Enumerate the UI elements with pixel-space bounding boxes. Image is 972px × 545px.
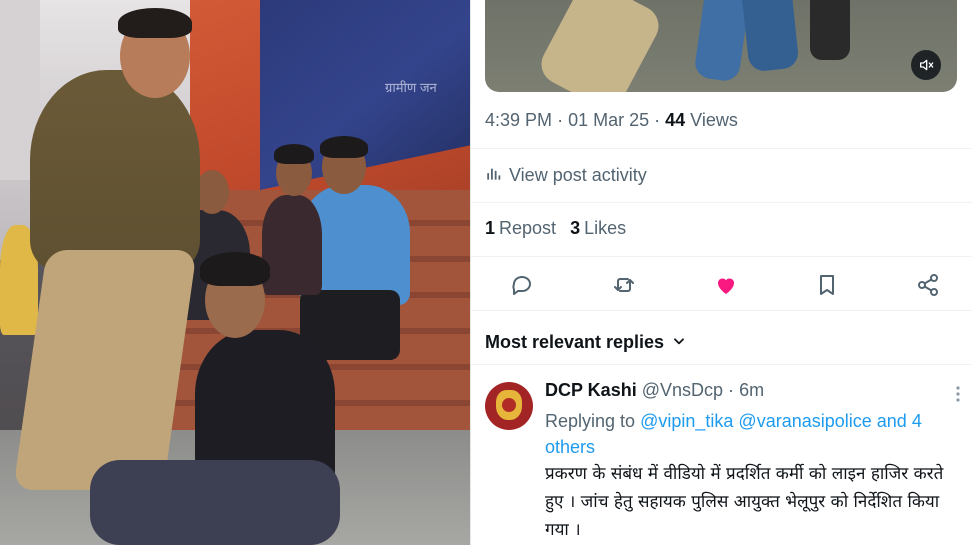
tweet-detail-panel: 4:39 PM · 01 Mar 25 · 44 Views View post… [470,0,972,545]
views-label: Views [690,110,738,130]
likes-stat[interactable]: 3 Likes [570,218,626,239]
likes-label: Likes [584,218,627,238]
chevron-down-icon [672,332,686,353]
police-emblem-center [502,398,516,412]
video-still-photo[interactable]: ग्रामीण जन [0,0,470,545]
meta-separator: · [557,110,569,130]
divider [471,256,972,257]
reply-separator: · [728,380,735,400]
person-blue-shirt-hair [320,136,368,158]
tweet-time[interactable]: 4:39 PM [485,110,552,130]
divider [471,310,972,311]
more-dots-icon[interactable] [955,386,961,402]
reposts-count: 1 [485,218,496,238]
person-floor-hair [200,252,270,286]
bookmark-icon[interactable] [814,272,840,298]
speech-bubble-icon[interactable] [509,272,535,298]
bar-chart-icon [485,164,503,187]
video-frame-shape [534,0,666,92]
person-dark-shirt-hair [274,144,314,164]
likes-count: 3 [570,218,581,238]
reposts-label: Repost [499,218,557,238]
avatar[interactable] [485,382,533,430]
person-dark-shirt [262,195,322,295]
replying-prefix: Replying to [545,411,636,431]
view-post-activity-link[interactable]: View post activity [485,164,647,187]
replies-section-title: Most relevant replies [485,332,665,352]
views-count: 44 [665,110,686,130]
reply-author-handle[interactable]: @VnsDcp [642,380,723,400]
divider [471,364,972,365]
reposts-stat[interactable]: 1 Repost [485,218,556,239]
divider [471,202,972,203]
reply-author-name[interactable]: DCP Kashi [545,380,637,400]
repost-arrows-icon[interactable] [611,272,637,298]
officer-uniform [30,70,200,270]
activity-label: View post activity [509,165,647,185]
video-frame-shape [810,0,850,60]
engagement-stats: 1 Repost 3 Likes [485,218,626,239]
share-icon[interactable] [915,272,941,298]
heart-icon[interactable] [713,272,739,298]
banner-text: ग्रामीण जन [385,80,437,95]
divider [471,148,972,149]
mention-link[interactable]: @varanasipolice [738,411,871,431]
tweet-date[interactable]: 01 Mar 25 [568,110,649,130]
tweet-timestamp-views: 4:39 PM · 01 Mar 25 · 44 Views [485,110,738,131]
person-left-seated-head [195,170,229,214]
officer-hair [118,8,192,38]
video-frame-shape [740,0,800,73]
reply-text: प्रकरण के संबंध में वीडियो में प्रदर्शित… [545,464,944,540]
meta-separator: · [654,110,666,130]
mention-link[interactable]: @vipin_tika [640,411,733,431]
reply-header: DCP Kashi @VnsDcp · 6m [545,380,764,401]
tweet-action-bar [471,268,972,302]
video-player[interactable] [485,0,957,92]
person-floor-jeans [90,460,340,545]
replying-to-line: Replying to @vipin_tika @varanasipolice … [545,408,955,460]
reply-age[interactable]: 6m [739,380,764,400]
replies-sort-dropdown[interactable]: Most relevant replies [485,332,686,353]
volume-mute-icon[interactable] [911,50,941,80]
